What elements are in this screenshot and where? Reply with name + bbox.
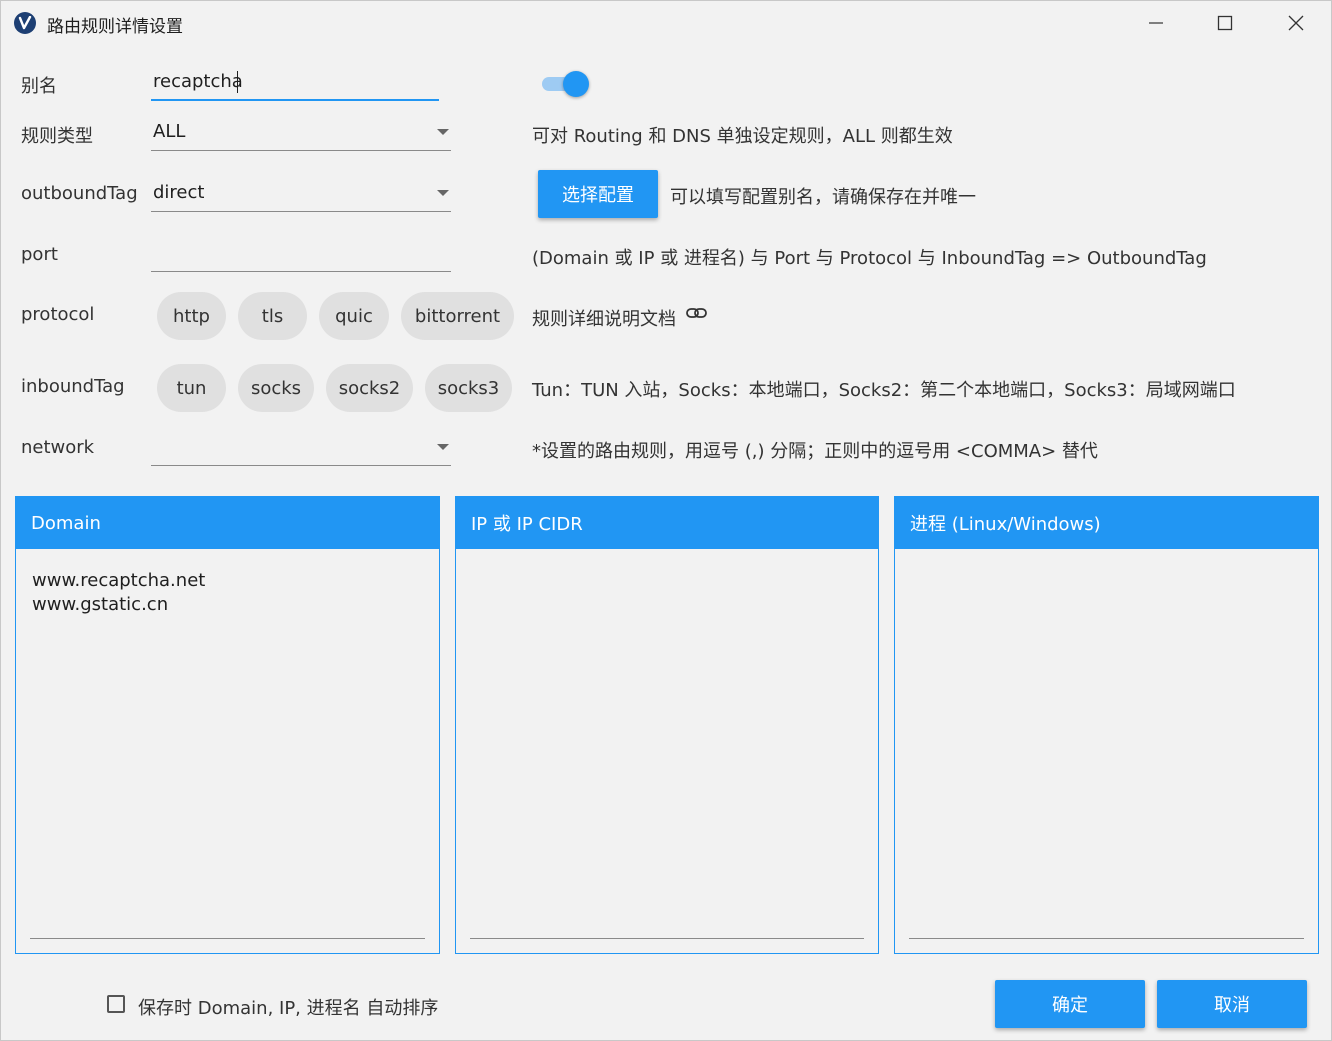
v2rayn-logo-icon <box>14 12 36 34</box>
maximize-button[interactable] <box>1190 1 1260 45</box>
domain-panel-title: Domain <box>16 497 439 549</box>
port-hint: (Domain 或 IP 或 进程名) 与 Port 与 Protocol 与 … <box>532 248 1207 269</box>
minimize-button[interactable] <box>1121 1 1191 45</box>
protocol-label: protocol <box>21 304 95 325</box>
alias-input-value: recaptcha <box>153 71 243 92</box>
port-label: port <box>21 244 58 265</box>
window-title: 路由规则详情设置 <box>47 17 183 37</box>
textarea-underline <box>470 938 864 939</box>
inbound-chip-tun[interactable]: tun <box>157 364 226 412</box>
textarea-underline <box>30 938 425 939</box>
rule-detail-window: 路由规则详情设置 别名 recaptcha 规则类型 ALL 可对 Routin… <box>0 0 1332 1041</box>
alias-label: 别名 <box>21 76 57 97</box>
inbound-chip-socks[interactable]: socks <box>238 364 314 412</box>
chevron-down-icon <box>437 444 449 450</box>
protocol-chip-quic[interactable]: quic <box>319 292 389 340</box>
rule-doc-link-text: 规则详细说明文档 <box>532 309 676 330</box>
outbound-tag-select[interactable]: direct <box>151 176 451 212</box>
chevron-down-icon <box>437 129 449 135</box>
domain-textarea[interactable]: www.recaptcha.net www.gstatic.cn <box>32 569 205 617</box>
inbound-chip-socks3[interactable]: socks3 <box>425 364 512 412</box>
cancel-button[interactable]: 取消 <box>1157 980 1307 1028</box>
inbound-chip-socks2[interactable]: socks2 <box>326 364 413 412</box>
text-cursor <box>237 71 238 93</box>
textarea-underline <box>909 938 1304 939</box>
rule-type-value: ALL <box>153 121 186 142</box>
ok-button[interactable]: 确定 <box>995 980 1145 1028</box>
outbound-tag-value: direct <box>153 182 205 203</box>
rule-type-select[interactable]: ALL <box>151 115 451 151</box>
outbound-tag-hint: 可以填写配置别名，请确保存在并唯一 <box>670 187 976 208</box>
outbound-tag-label: outboundTag <box>21 183 138 204</box>
domain-panel: Domain www.recaptcha.net www.gstatic.cn <box>15 496 440 954</box>
ip-panel: IP 或 IP CIDR <box>455 496 879 954</box>
process-panel: 进程 (Linux/Windows) <box>894 496 1319 954</box>
enabled-toggle[interactable] <box>542 71 592 97</box>
network-label: network <box>21 437 95 458</box>
inbound-tag-label: inboundTag <box>21 376 125 397</box>
close-button[interactable] <box>1261 1 1331 45</box>
ip-panel-title: IP 或 IP CIDR <box>456 497 878 549</box>
protocol-chip-bittorrent[interactable]: bittorrent <box>401 292 514 340</box>
alias-input[interactable]: recaptcha <box>151 65 439 101</box>
title-bar[interactable]: 路由规则详情设置 <box>1 1 1331 45</box>
maximize-icon <box>1217 15 1233 31</box>
auto-sort-label: 保存时 Domain, IP, 进程名 自动排序 <box>138 998 439 1019</box>
port-input[interactable] <box>151 236 451 272</box>
toggle-thumb <box>563 71 589 97</box>
minimize-icon <box>1149 22 1163 24</box>
rule-type-hint: 可对 Routing 和 DNS 单独设定规则，ALL 则都生效 <box>532 126 953 147</box>
rule-doc-link[interactable]: 规则详细说明文档 <box>532 305 708 331</box>
close-icon <box>1288 15 1304 31</box>
chevron-down-icon <box>437 190 449 196</box>
select-config-button[interactable]: 选择配置 <box>538 170 658 218</box>
inbound-tag-hint: Tun：TUN 入站，Socks：本地端口，Socks2：第二个本地端口，Soc… <box>532 380 1236 401</box>
auto-sort-checkbox[interactable] <box>107 995 125 1013</box>
network-hint: *设置的路由规则，用逗号 (,) 分隔；正则中的逗号用 <COMMA> 替代 <box>532 441 1098 462</box>
network-select[interactable] <box>151 430 451 466</box>
protocol-chip-tls[interactable]: tls <box>238 292 307 340</box>
link-icon <box>685 308 707 318</box>
process-panel-title: 进程 (Linux/Windows) <box>895 497 1318 549</box>
rule-type-label: 规则类型 <box>21 126 93 147</box>
protocol-chip-http[interactable]: http <box>157 292 226 340</box>
